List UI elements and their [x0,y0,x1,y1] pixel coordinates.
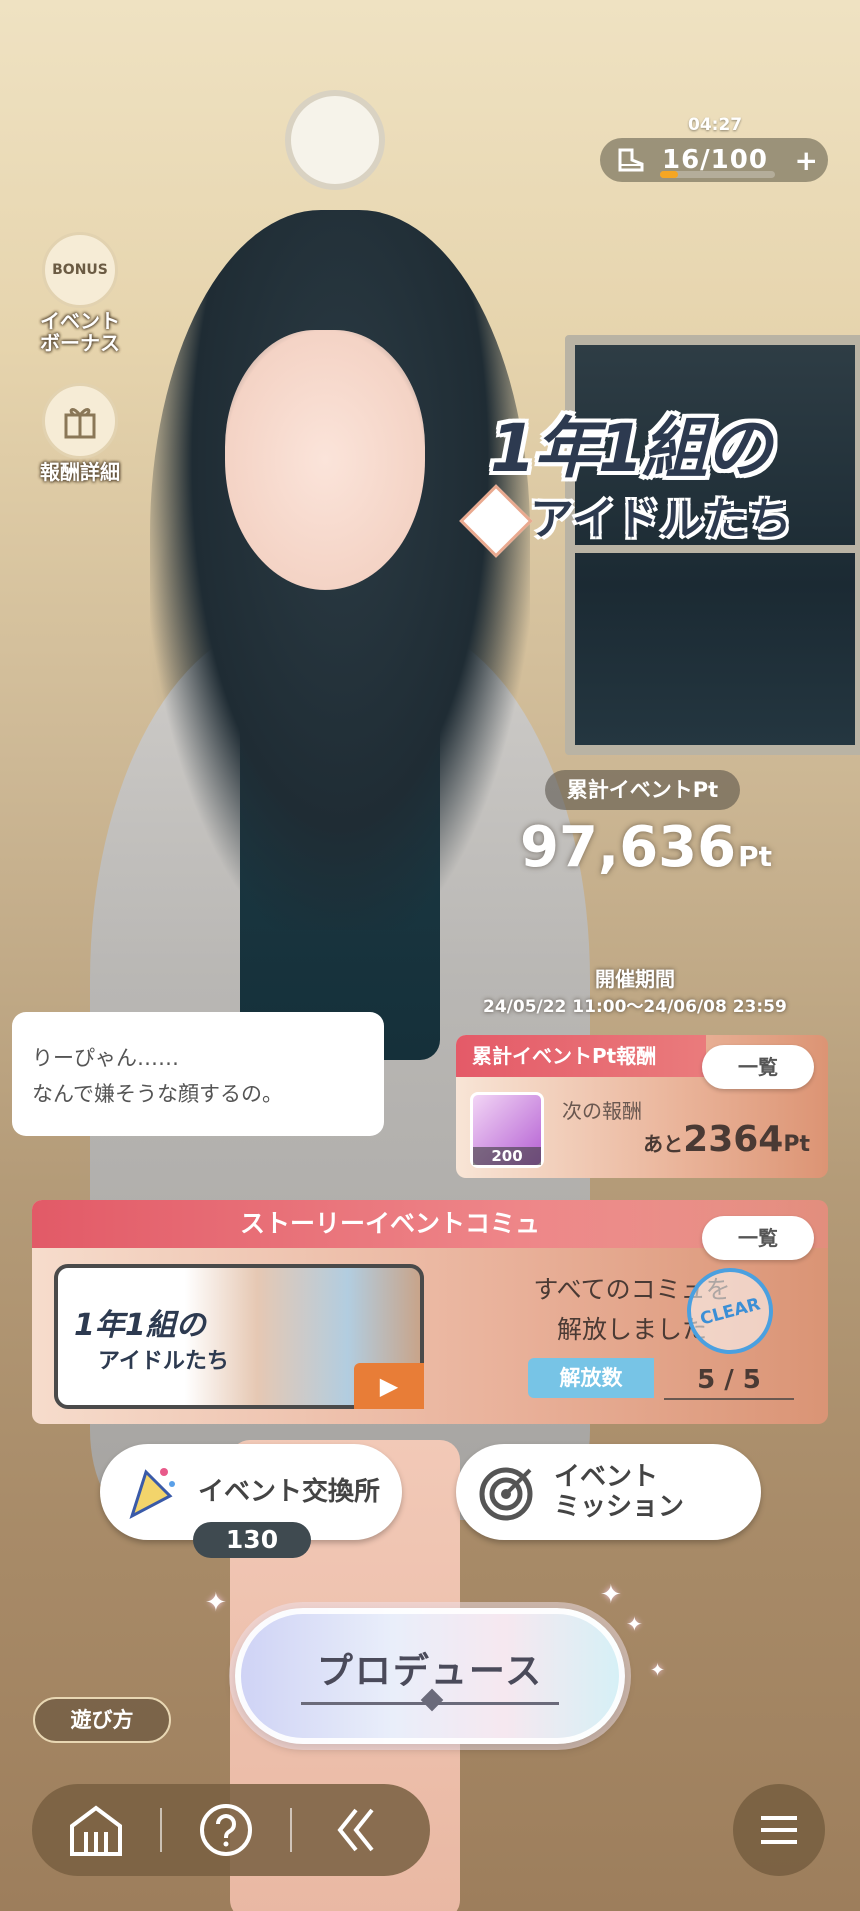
points-unit: Pt [738,840,773,873]
event-bonus-label: イベント ボーナス [40,309,120,355]
cumulative-points-label: 累計イベントPt [545,770,740,810]
logo-seal [459,484,533,558]
home-icon [70,1805,122,1856]
stamina-gauge[interactable]: 16/100 + [600,138,828,182]
event-period-title: 開催期間 [595,967,675,991]
remaining-points: 2364 [683,1119,784,1160]
help-icon [200,1804,252,1856]
hamburger-menu-icon [761,1816,797,1844]
menu-button[interactable] [733,1784,825,1876]
event-mission-button[interactable]: イベント ミッション [456,1444,761,1540]
stamina-bar [660,171,775,178]
target-icon [476,1460,540,1524]
help-button[interactable] [162,1784,290,1876]
dialogue-line: りーぴゃん…… [32,1046,179,1070]
bonus-icon: BONUS [42,232,118,308]
story-thumbnail[interactable]: 1年1組の アイドルたち ▶ [54,1264,424,1409]
home-button[interactable] [32,1784,160,1876]
produce-label: プロデュース [316,1651,544,1692]
sparkle-icon: ✦ [626,1612,643,1636]
cumulative-points-value: 97,636Pt [520,815,772,880]
mission-label-line: イベント [554,1462,659,1492]
boot-icon [614,147,648,173]
stamina-recovery-timer: 04:27 [688,115,743,135]
next-reward-item-icon: 200 [470,1092,544,1168]
how-to-play-button[interactable]: 遊び方 [33,1697,171,1743]
reward-item-count: 200 [473,1147,541,1165]
wall-clock [285,90,385,190]
exchange-currency-count: 130 [193,1522,311,1558]
event-mission-label: イベント ミッション [554,1462,684,1522]
produce-button[interactable]: プロデュース [235,1608,625,1744]
event-logo-line1: 1年1組の [490,410,772,487]
thumbnail-subtitle: アイドルたち [98,1349,229,1374]
sparkle-icon: ✦ [205,1588,227,1618]
character-dialogue[interactable]: りーぴゃん…… なんで嫌そうな顔するの。 [12,1012,384,1136]
reward-list-button[interactable]: 一覧 [702,1045,814,1089]
remaining-unit: Pt [783,1132,810,1157]
story-event-panel: ストーリーイベントコミュ 一覧 1年1組の アイドルたち ▶ すべてのコミュを … [32,1200,828,1424]
points-reward-panel[interactable]: 累計イベントPt報酬 一覧 200 次の報酬 あと2364Pt [456,1035,828,1178]
thumbnail-title: 1年1組の [74,1308,206,1343]
story-list-button[interactable]: 一覧 [702,1216,814,1260]
event-bonus-button[interactable]: BONUS イベント ボーナス [30,232,130,354]
event-logo-line2: アイドルたち [530,494,792,545]
add-stamina-button[interactable]: + [795,144,818,177]
sparkle-icon: ✦ [600,1580,622,1610]
double-chevron-left-icon [337,1808,374,1852]
reward-details-label: 報酬詳細 [40,460,120,484]
back-button[interactable] [292,1784,420,1876]
play-icon[interactable]: ▶ [354,1363,424,1409]
stamina-bar-fill [660,171,679,178]
event-period-range: 24/05/22 11:00〜24/06/08 23:59 [483,997,787,1017]
bonus-badge-text: BONUS [52,262,108,278]
unlock-count-value: 5 / 5 [664,1360,794,1400]
reward-remaining: あと2364Pt [643,1119,810,1160]
bottom-nav-bar [32,1784,430,1876]
party-popper-icon [120,1460,184,1524]
mission-label-line: ミッション [554,1492,685,1522]
character-face [225,330,425,590]
points-reward-header: 累計イベントPt報酬 [456,1035,706,1077]
event-exchange-label: イベント交換所 [198,1477,381,1507]
sparkle-icon: ✦ [650,1660,666,1681]
dialogue-line: なんで嫌そうな顔するの。 [32,1082,283,1106]
reward-details-button[interactable]: 報酬詳細 [30,383,130,483]
remaining-prefix: あと [643,1132,684,1156]
gift-icon [42,383,118,459]
points-number: 97,636 [520,815,737,880]
event-logo: 1年1組の アイドルたち [459,395,805,575]
unlock-count-label: 解放数 [528,1358,654,1398]
next-reward-label: 次の報酬 [562,1099,642,1123]
